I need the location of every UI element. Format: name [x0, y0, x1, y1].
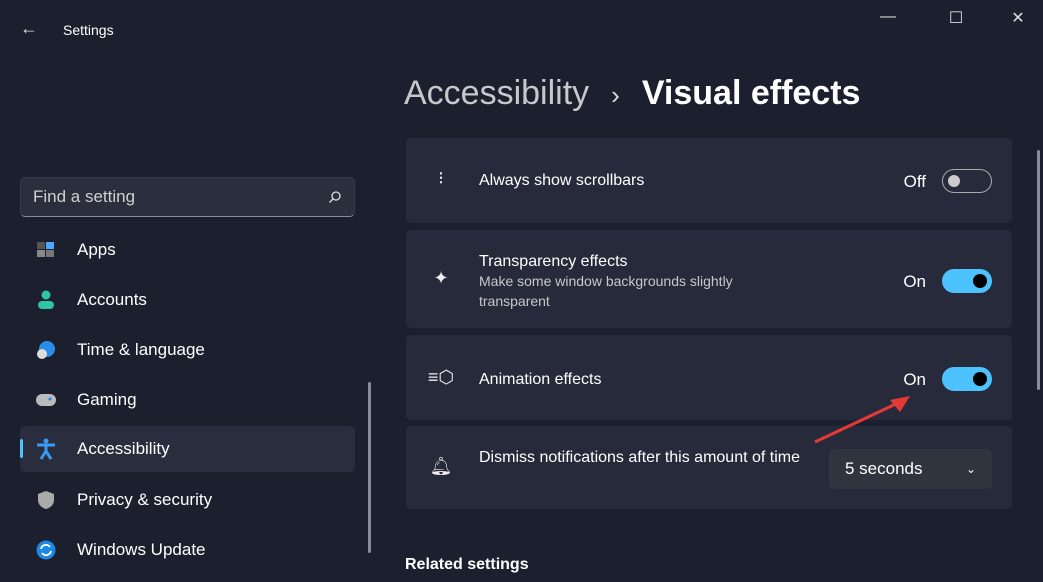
back-button[interactable]: ← [20, 18, 38, 39]
page-title: Visual effects [642, 74, 861, 113]
sidebar-item-accessibility[interactable]: Accessibility [20, 426, 355, 472]
close-button[interactable]: ✕ [995, 8, 1041, 28]
sidebar-item-privacy-security[interactable]: Privacy & security [20, 477, 355, 523]
sidebar-item-apps[interactable]: Apps [20, 227, 355, 273]
active-indicator [20, 439, 23, 458]
animation-toggle[interactable] [942, 367, 992, 391]
time-language-icon [35, 339, 57, 361]
update-icon [35, 539, 57, 561]
transparency-toggle[interactable] [942, 269, 992, 293]
sidebar-item-windows-update[interactable]: Windows Update [20, 527, 355, 573]
main-scrollbar[interactable] [1037, 150, 1040, 390]
annotation-arrow [810, 392, 915, 447]
apps-icon [35, 239, 57, 261]
scrollbars-toggle[interactable] [942, 169, 992, 193]
breadcrumb-separator: › [611, 80, 620, 111]
gaming-icon [35, 389, 57, 411]
toggle-state: On [903, 272, 926, 292]
sidebar-item-label: Windows Update [77, 540, 206, 560]
minimize-button[interactable]: — [865, 8, 911, 26]
sidebar-item-label: Gaming [77, 390, 137, 410]
setting-always-show-scrollbars: ⁝ Always show scrollbars Off [406, 138, 1012, 223]
animation-icon: ≡⬡ [426, 367, 456, 388]
dismiss-time-dropdown[interactable]: 5 seconds ⌄ [829, 449, 992, 489]
search-placeholder: Find a setting [33, 187, 135, 207]
search-input[interactable]: Find a setting [20, 177, 355, 217]
sidebar-item-label: Apps [77, 240, 116, 260]
sidebar-item-label: Time & language [77, 340, 205, 360]
sidebar-item-label: Accessibility [77, 439, 170, 459]
toggle-state: Off [904, 172, 926, 192]
maximize-button[interactable]: ☐ [933, 8, 979, 28]
setting-label: Always show scrollbars [479, 172, 644, 190]
toggle-state: On [903, 370, 926, 390]
sidebar-item-gaming[interactable]: Gaming [20, 377, 355, 423]
search-icon [328, 190, 342, 204]
notification-bell-icon: 🔔︎ [426, 456, 456, 477]
setting-label: Animation effects [479, 371, 601, 389]
chevron-down-icon: ⌄ [966, 462, 976, 476]
setting-animation-effects: ≡⬡ Animation effects On [406, 335, 1012, 420]
setting-label: Dismiss notifications after this amount … [479, 446, 809, 470]
window-title: Settings [63, 22, 114, 38]
setting-dismiss-notifications: 🔔︎ Dismiss notifications after this amou… [406, 426, 1012, 509]
sidebar-scrollbar[interactable] [368, 382, 371, 553]
breadcrumb: Accessibility › Visual effects [404, 74, 860, 113]
related-settings-heading: Related settings [405, 556, 529, 574]
shield-icon [35, 489, 57, 511]
sidebar-item-label: Accounts [77, 290, 147, 310]
setting-label: Transparency effects [479, 253, 779, 271]
breadcrumb-parent[interactable]: Accessibility [404, 74, 589, 113]
setting-transparency-effects: ✦ Transparency effectsMake some window b… [406, 230, 1012, 328]
sidebar-item-accounts[interactable]: Accounts [20, 277, 355, 323]
setting-description: Make some window backgrounds slightly tr… [479, 271, 779, 311]
dropdown-value: 5 seconds [845, 459, 923, 479]
sidebar-item-time-language[interactable]: Time & language [20, 327, 355, 373]
accounts-icon [35, 289, 57, 311]
sidebar-item-label: Privacy & security [77, 490, 212, 510]
transparency-icon: ✦ [426, 268, 456, 289]
accessibility-icon [35, 438, 57, 460]
scrollbar-icon: ⁝ [426, 168, 456, 189]
